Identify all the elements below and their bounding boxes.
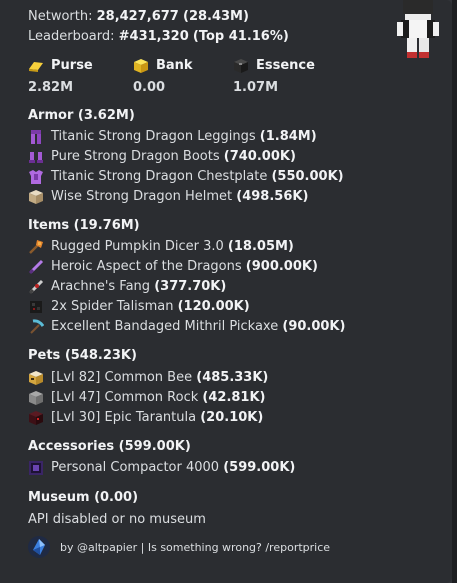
gold-block-icon — [133, 58, 149, 74]
wither-essence-icon — [233, 58, 249, 74]
spider-talisman-icon — [28, 299, 44, 315]
essence-field-name: Essence — [233, 57, 315, 74]
museum-section-title: Museum (0.00) — [28, 490, 139, 505]
pumpkin-dicer-icon — [28, 239, 44, 255]
list-item: [Lvl 82] Common Bee (485.33K) — [28, 369, 268, 386]
list-item: Titanic Strong Dragon Chestplate (550.00… — [28, 168, 344, 185]
list-item: Pure Strong Dragon Boots (740.00K) — [28, 148, 296, 165]
list-item: Excellent Bandaged Mithril Pickaxe (90.0… — [28, 318, 345, 335]
networth-embed: Networth: 28,427,677 (28.43M) Leaderboar… — [0, 0, 452, 583]
accessories-section-title: Accessories (599.00K) — [28, 439, 191, 454]
list-item: [Lvl 30] Epic Tarantula (20.10K) — [28, 409, 263, 426]
museum-text: API disabled or no museum — [28, 512, 206, 527]
embed-edge — [452, 0, 457, 583]
dragon-chestplate-icon — [28, 169, 44, 185]
dragon-leggings-icon — [28, 129, 44, 145]
purse-field-name: Purse — [28, 57, 93, 74]
compactor-icon — [28, 460, 44, 476]
list-item: Arachne's Fang (377.70K) — [28, 278, 226, 295]
networth-value: 28,427,677 — [96, 9, 179, 24]
pickaxe-icon — [28, 318, 45, 335]
networth-short: (28.43M) — [183, 9, 249, 24]
leaderboard-value: #431,320 — [118, 29, 189, 44]
purse-value: 2.82M — [28, 80, 74, 95]
dragon-helmet-icon — [28, 189, 44, 205]
leaderboard-label: Leaderboard: — [28, 29, 115, 44]
essence-value: 1.07M — [233, 80, 279, 95]
arachne-fang-icon — [28, 279, 44, 295]
tarantula-pet-icon — [28, 410, 44, 426]
gold-ingot-icon — [28, 58, 44, 74]
bank-value: 0.00 — [133, 80, 166, 95]
networth-label: Networth: — [28, 9, 93, 24]
list-item: Rugged Pumpkin Dicer 3.0 (18.05M) — [28, 238, 294, 255]
leaderboard-line: Leaderboard: #431,320 (Top 41.16%) — [28, 28, 289, 45]
bee-pet-icon — [28, 370, 44, 386]
item-count: 2x — [51, 299, 67, 314]
items-section-title: Items (19.76M) — [28, 218, 140, 233]
rock-pet-icon — [28, 390, 44, 406]
list-item: 2x Spider Talisman (120.00K) — [28, 298, 250, 315]
footer-text: by @altpapier | Is something wrong? /rep… — [60, 540, 331, 554]
dragon-boots-icon — [28, 149, 44, 165]
sword-icon — [28, 259, 44, 275]
player-skin-icon[interactable] — [393, 0, 443, 60]
leaderboard-top: (Top 41.16%) — [192, 29, 289, 44]
list-item: [Lvl 47] Common Rock (42.81K) — [28, 389, 265, 406]
armor-section-title: Armor (3.62M) — [28, 108, 135, 123]
list-item: Heroic Aspect of the Dragons (900.00K) — [28, 258, 318, 275]
list-item: Titanic Strong Dragon Leggings (1.84M) — [28, 128, 317, 145]
networth-line: Networth: 28,427,677 (28.43M) — [28, 8, 249, 25]
embed-footer: by @altpapier | Is something wrong? /rep… — [28, 536, 330, 558]
list-item: Personal Compactor 4000 (599.00K) — [28, 459, 295, 476]
bank-field-name: Bank — [133, 57, 193, 74]
pets-section-title: Pets (548.23K) — [28, 348, 137, 363]
footer-gem-icon — [28, 536, 50, 558]
list-item: Wise Strong Dragon Helmet (498.56K) — [28, 188, 308, 205]
